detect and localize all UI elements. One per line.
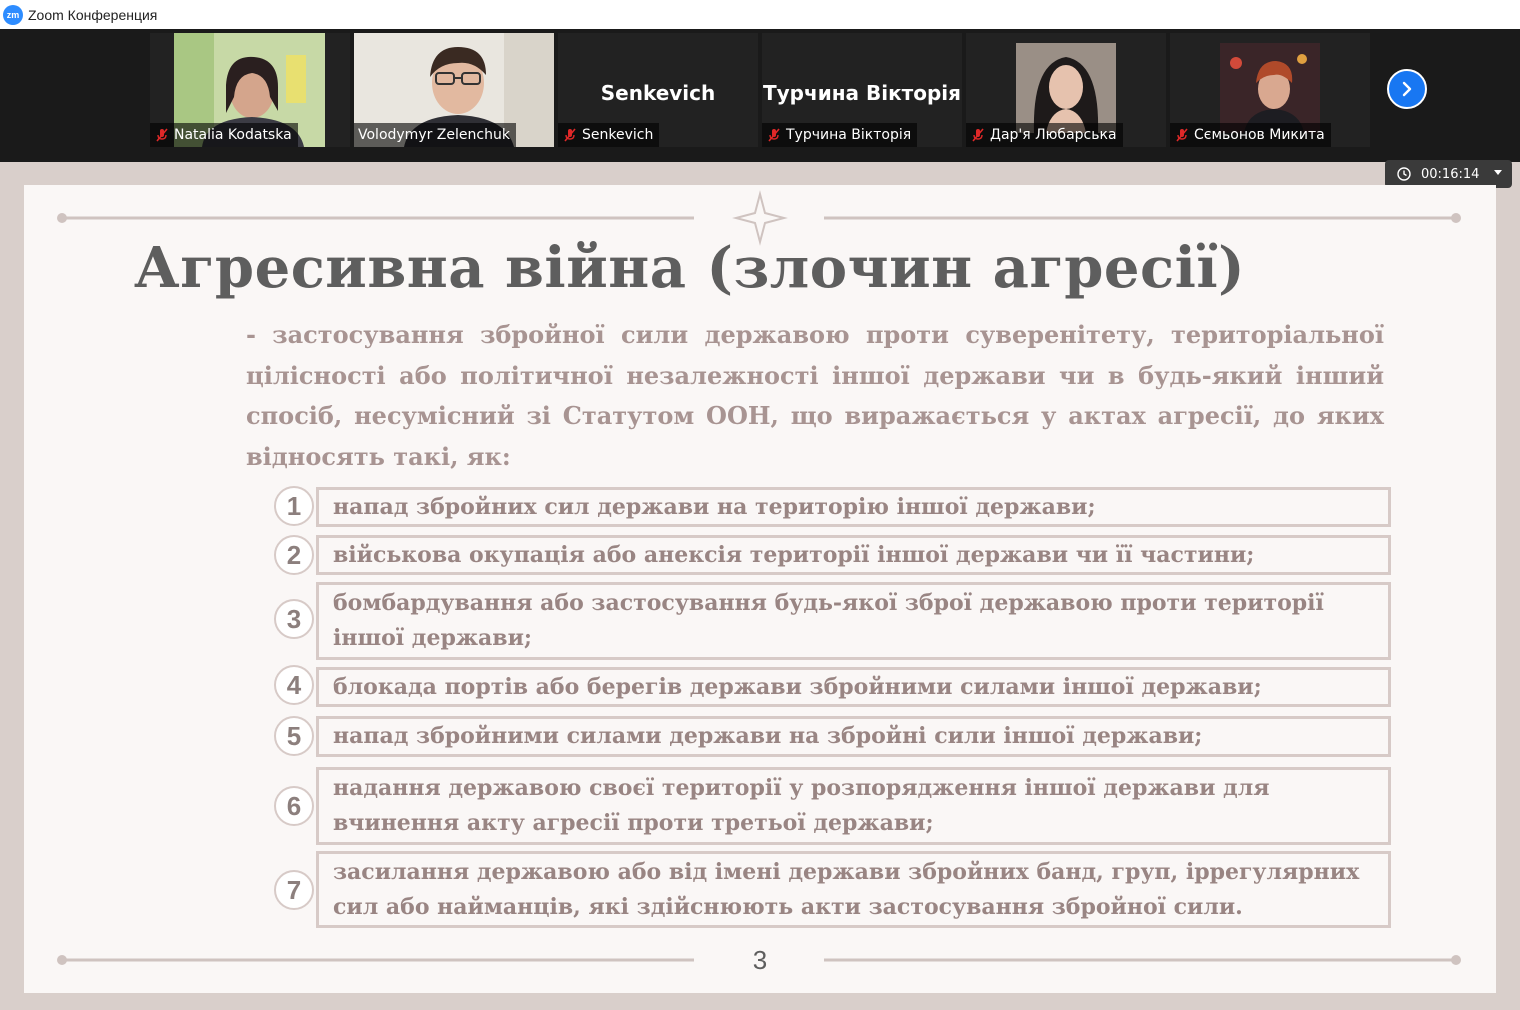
participant-display-name: Senkevich [600, 81, 716, 105]
participant-tile[interactable]: Natalia Kodatska [150, 33, 350, 147]
item-text: надання державою своєї території у розпо… [316, 767, 1391, 845]
mic-muted-icon [972, 128, 984, 142]
participant-name-bar: Сємьонов Микита [1170, 123, 1331, 147]
chevron-right-icon [1402, 81, 1412, 97]
slide-title: Агресивна війна (злочин агресії) [134, 235, 1246, 301]
mic-muted-icon [768, 128, 780, 142]
shared-slide: Агресивна війна (злочин агресії) - засто… [24, 185, 1496, 993]
participant-name-bar: Турчина Вікторія [762, 123, 918, 147]
slide-definition: - застосування збройної сили державою пр… [246, 320, 1384, 471]
item-text: напад збройними силами держави на збройн… [316, 716, 1391, 757]
mic-muted-icon [1176, 128, 1188, 142]
item-text: напад збройних сил держави на територію … [316, 487, 1391, 527]
item-number: 4 [274, 665, 314, 705]
timer-value: 00:16:14 [1421, 166, 1480, 182]
slide-page-number: 3 [752, 945, 768, 975]
zoom-logo-icon: zm [3, 4, 23, 25]
item-number: 2 [274, 535, 314, 575]
item-number: 7 [274, 870, 314, 910]
participant-name: Senkevich [582, 127, 654, 143]
participant-name-bar: Volodymyr Zelenchuk [354, 123, 516, 147]
participant-avatar [1016, 43, 1116, 133]
item-number: 6 [274, 786, 314, 826]
participant-name: Сємьонов Микита [1194, 127, 1325, 143]
item-number: 1 [274, 486, 314, 526]
participant-name-bar: Natalia Kodatska [150, 123, 298, 147]
item-text: блокада портів або берегів держави зброй… [316, 667, 1391, 707]
participant-name-bar: Дар'я Любарська [966, 123, 1123, 147]
participant-avatar [1220, 43, 1320, 133]
mic-muted-icon [156, 128, 168, 142]
item-number: 5 [274, 716, 314, 756]
chevron-down-icon[interactable] [1494, 170, 1502, 175]
item-text: військова окупація або анексія території… [316, 535, 1391, 575]
participant-tile[interactable]: Senkevich Senkevich [558, 33, 758, 147]
item-text: засилання державою або від імені держави… [316, 851, 1391, 928]
participant-name: Дар'я Любарська [990, 127, 1117, 143]
next-participants-button[interactable] [1387, 69, 1427, 109]
item-text: бомбардування або застосування будь-якої… [316, 582, 1391, 660]
participant-name: Турчина Вікторія [786, 127, 912, 143]
participant-tile-active[interactable]: Volodymyr Zelenchuk [354, 33, 554, 147]
mic-muted-icon [564, 128, 576, 142]
window-title: Zoom Конференция [28, 6, 158, 23]
participant-display-name: Турчина Вікторія [762, 81, 962, 105]
window-titlebar: zm Zoom Конференция [0, 0, 1520, 29]
participant-name-bar: Senkevich [558, 123, 660, 147]
participant-name: Natalia Kodatska [174, 127, 292, 143]
participant-tile[interactable]: Дар'я Любарська [966, 33, 1166, 147]
participant-tile[interactable]: Турчина Вікторія Турчина Вікторія [762, 33, 962, 147]
item-number: 3 [274, 599, 314, 639]
participant-strip: Natalia Kodatska Volodymyr Zelenchuk Sen… [0, 29, 1520, 162]
participant-name: Volodymyr Zelenchuk [358, 127, 510, 143]
clock-icon [1397, 167, 1411, 181]
participant-tile[interactable]: Сємьонов Микита [1170, 33, 1370, 147]
meeting-timer[interactable]: 00:16:14 [1385, 160, 1512, 188]
